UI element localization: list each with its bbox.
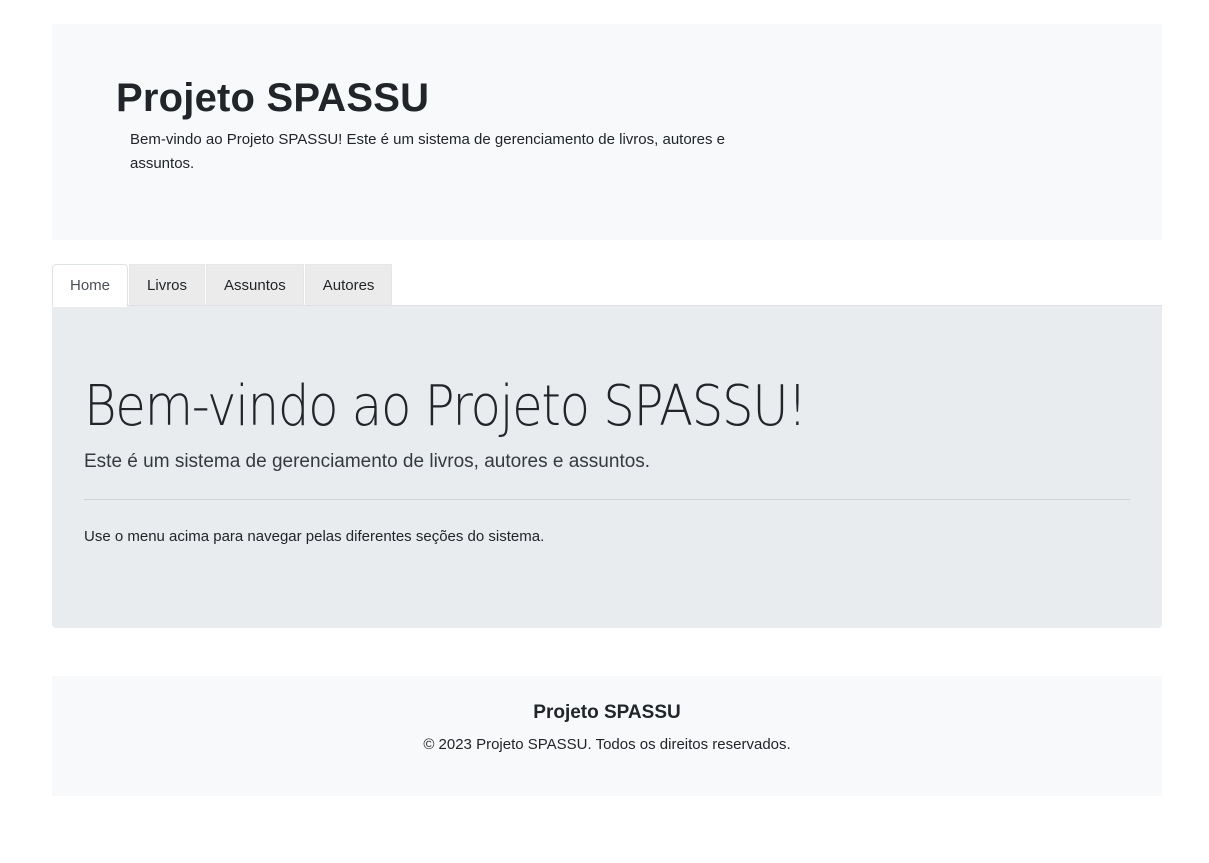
- tab-autores[interactable]: Autores: [304, 264, 393, 306]
- tab-livros[interactable]: Livros: [129, 264, 206, 306]
- site-header: Projeto SPASSU Bem-vindo ao Projeto SPAS…: [52, 24, 1162, 240]
- footer-copyright: © 2023 Projeto SPASSU. Todos os direitos…: [423, 736, 791, 753]
- nav-tabs: Home Livros Assuntos Autores: [52, 264, 393, 307]
- site-title: Projeto SPASSU: [116, 76, 430, 120]
- welcome-instructions: Use o menu acima para navegar pelas dife…: [84, 528, 545, 545]
- site-footer: Projeto SPASSU © 2023 Projeto SPASSU. To…: [52, 676, 1162, 796]
- divider: [84, 499, 1130, 500]
- page: Projeto SPASSU Bem-vindo ao Projeto SPAS…: [0, 0, 1209, 863]
- tab-home[interactable]: Home: [52, 264, 129, 307]
- welcome-title: Bem-vindo ao Projeto SPASSU!: [84, 374, 807, 439]
- welcome-jumbotron: Bem-vindo ao Projeto SPASSU! Este é um s…: [52, 306, 1162, 628]
- site-description: Bem-vindo ao Projeto SPASSU! Este é um s…: [130, 131, 726, 172]
- footer-title: Projeto SPASSU: [533, 702, 681, 723]
- tab-assuntos[interactable]: Assuntos: [206, 264, 304, 306]
- welcome-lead: Este é um sistema de gerenciamento de li…: [84, 451, 651, 472]
